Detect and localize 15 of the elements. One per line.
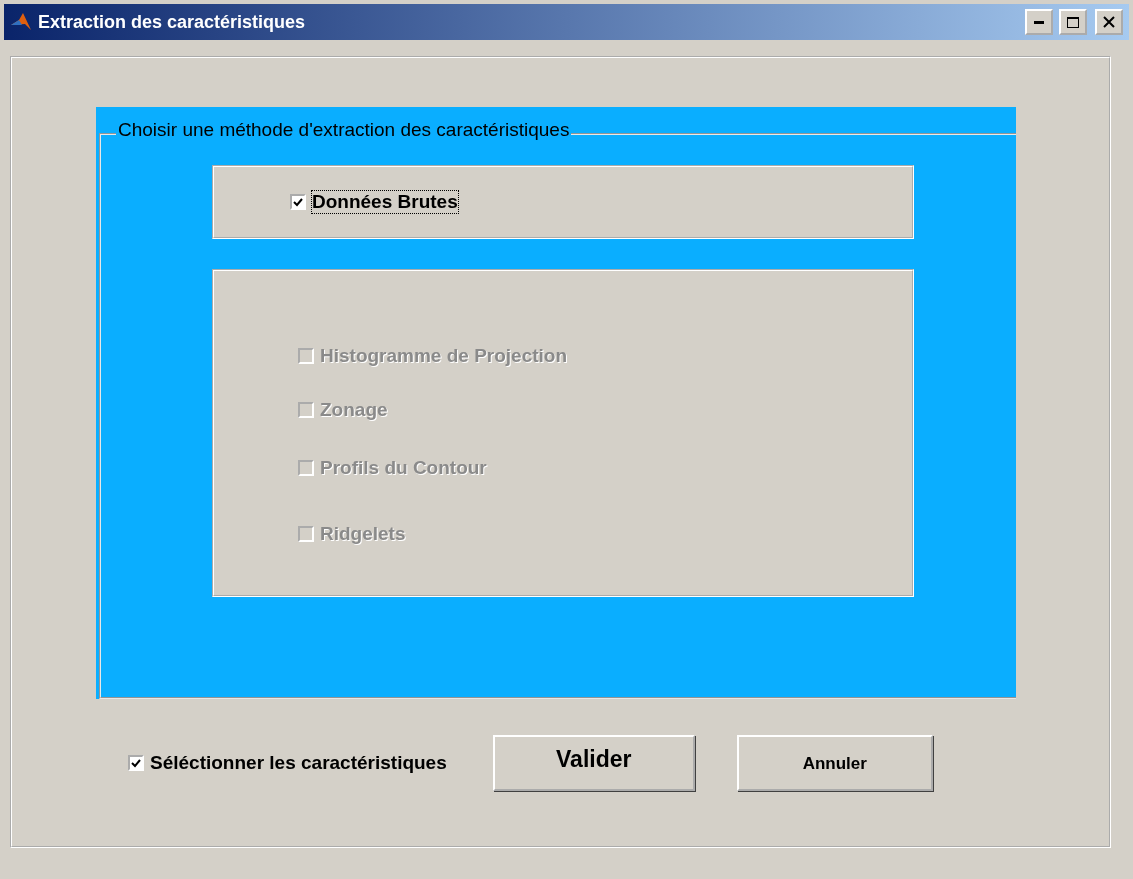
window-title: Extraction des caractéristiques: [38, 11, 307, 33]
validate-button[interactable]: Valider: [492, 735, 695, 791]
minimize-icon: [1034, 20, 1044, 24]
checkbox[interactable]: [128, 755, 144, 771]
minimize-button[interactable]: [1025, 9, 1053, 35]
close-button[interactable]: [1095, 9, 1123, 35]
checkmark-icon: [293, 197, 303, 207]
option-label[interactable]: Données Brutes: [312, 191, 458, 213]
maximize-icon: [1067, 16, 1079, 28]
option-label[interactable]: Séléctionner les caractéristiques: [150, 752, 447, 774]
cancel-button[interactable]: Annuler: [736, 735, 933, 791]
checkbox[interactable]: [290, 194, 306, 210]
checkmark-icon: [131, 758, 141, 768]
close-icon: [1103, 16, 1115, 28]
maximize-button[interactable]: [1059, 9, 1087, 35]
